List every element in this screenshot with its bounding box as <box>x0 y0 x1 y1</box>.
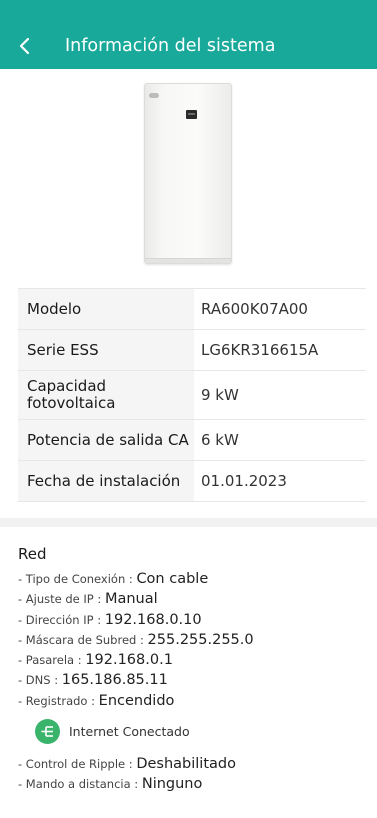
network-item: - Tipo de Conexión : Con cable <box>18 569 377 589</box>
info-value: 6 kW <box>201 431 239 449</box>
chevron-left-icon <box>19 37 30 55</box>
device-display <box>186 110 197 119</box>
network-item: - Ajuste de IP : Manual <box>18 589 377 609</box>
network-item-key: - Pasarela : <box>18 653 86 668</box>
system-info-table: Modelo RA600K07A00 Serie ESS LG6KR316615… <box>18 288 366 502</box>
network-item-value: Con cable <box>136 571 209 587</box>
network-item-key: - Ajuste de IP : <box>18 592 105 607</box>
network-item-value: 255.255.255.0 <box>147 631 254 648</box>
info-label: Fecha de instalación <box>18 461 194 501</box>
network-item-key: - Control de Ripple : <box>18 757 137 772</box>
network-item-key: - DNS : <box>18 673 62 688</box>
info-value: 9 kW <box>201 386 239 404</box>
network-title: Red <box>18 545 47 563</box>
info-label: Capacidad fotovoltaica <box>18 371 194 419</box>
ess-device-image <box>144 83 232 264</box>
app-bar: Información del sistema <box>0 23 377 69</box>
info-label: Serie ESS <box>18 330 194 370</box>
network-item-key: - Mando a distancia : <box>18 777 142 792</box>
network-item-value: Encendido <box>98 692 175 709</box>
network-item: - Mando a distancia : Ninguno <box>18 774 377 794</box>
network-item-value: 192.168.0.10 <box>104 611 202 628</box>
network-item-key: - Máscara de Subred : <box>18 632 148 647</box>
network-item: - DNS : 165.186.85.11 <box>18 670 377 690</box>
info-value: RA600K07A00 <box>201 300 308 318</box>
status-bar <box>0 0 377 23</box>
internet-status: Internet Conectado <box>35 717 377 745</box>
network-item: - Pasarela : 192.168.0.1 <box>18 650 377 670</box>
brand-logo <box>149 93 159 98</box>
network-item-key: - Registrado : <box>18 693 99 708</box>
network-icon <box>35 718 60 744</box>
network-item: - Control de Ripple : Deshabilitado <box>18 754 377 774</box>
page-title: Información del sistema <box>65 36 276 56</box>
network-item: - Registrado : Encendido <box>18 691 377 711</box>
network-item-value: Deshabilitado <box>136 756 236 773</box>
info-row-install-date: Fecha de instalación 01.01.2023 <box>18 461 366 502</box>
info-label: Potencia de salida CA <box>18 420 194 460</box>
network-item-value: Manual <box>104 591 158 608</box>
network-item-value: Ninguno <box>141 776 203 793</box>
info-label: Modelo <box>18 289 194 329</box>
info-value: 01.01.2023 <box>201 472 287 490</box>
device-base <box>145 258 231 263</box>
info-row-ac-output: Potencia de salida CA 6 kW <box>18 420 366 461</box>
network-item: - Máscara de Subred : 255.255.255.0 <box>18 630 377 650</box>
back-button[interactable] <box>0 23 50 69</box>
network-item-key: - Tipo de Conexión : <box>18 572 137 586</box>
section-divider <box>0 518 377 527</box>
internet-status-label: Internet Conectado <box>69 723 190 739</box>
info-row-model: Modelo RA600K07A00 <box>18 289 366 330</box>
network-item-key: - Dirección IP : <box>18 612 105 627</box>
network-item: - Dirección IP : 192.168.0.10 <box>18 610 377 630</box>
network-item-value: 192.168.0.1 <box>85 652 173 669</box>
network-section: Red - Tipo de Conexión : Con cable - Aju… <box>0 527 377 795</box>
info-value: LG6KR316615A <box>201 341 319 359</box>
network-item-value: 165.186.85.11 <box>61 672 168 689</box>
product-image-area <box>0 69 377 282</box>
info-row-serial: Serie ESS LG6KR316615A <box>18 330 366 371</box>
info-row-pv-capacity: Capacidad fotovoltaica 9 kW <box>18 371 366 420</box>
